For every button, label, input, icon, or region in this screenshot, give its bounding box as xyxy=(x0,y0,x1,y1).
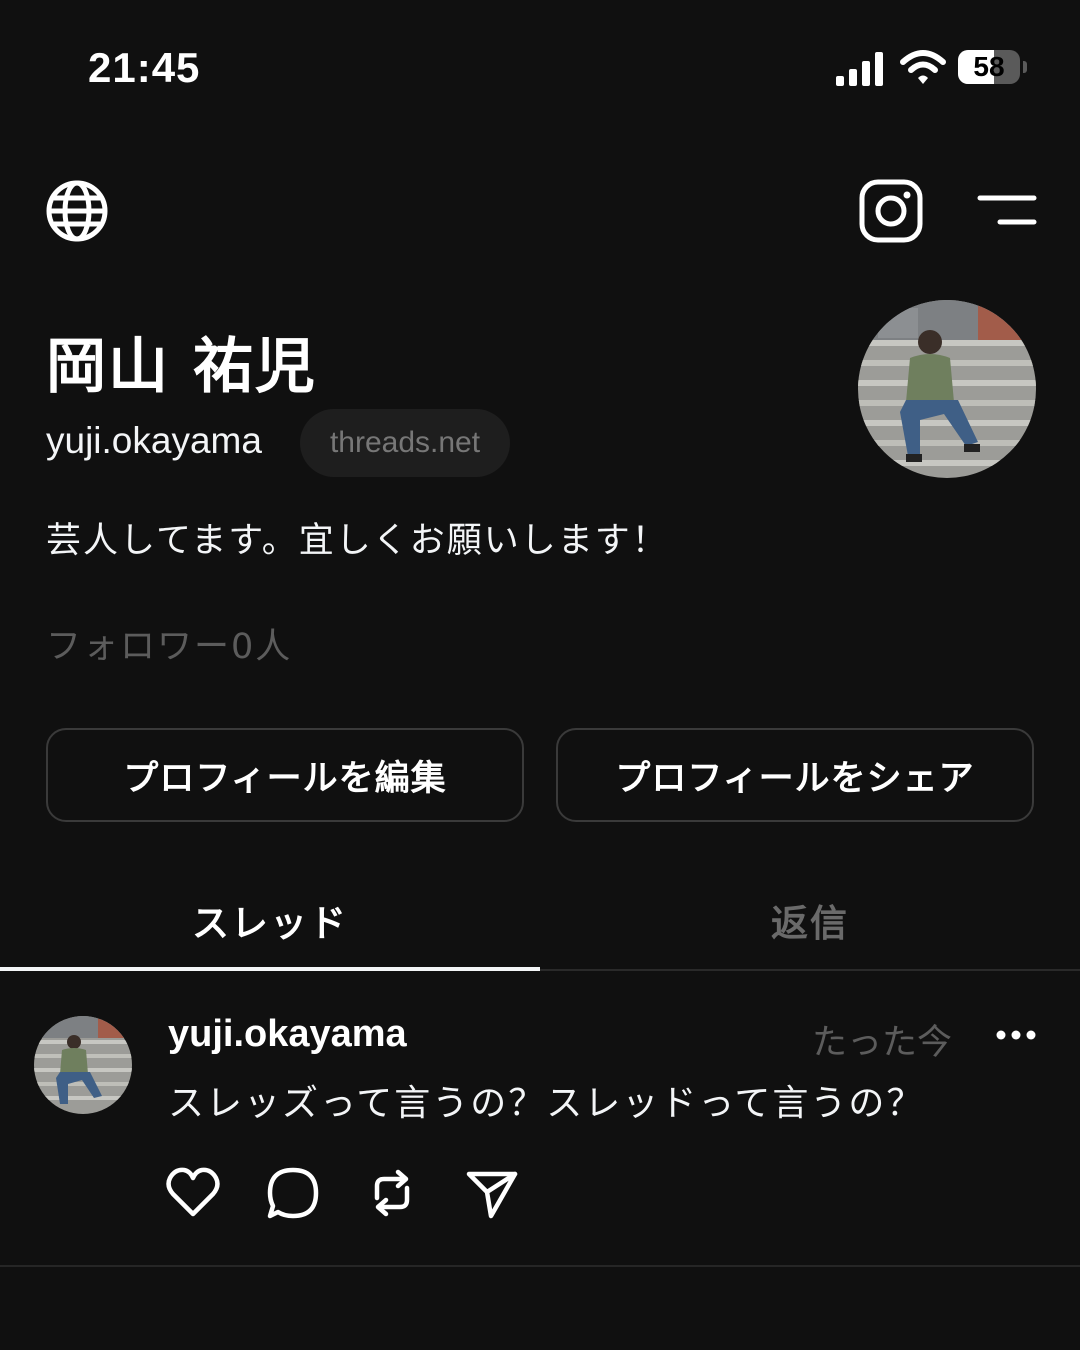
battery-icon: 58 xyxy=(958,50,1028,86)
signal-icon xyxy=(836,52,886,86)
tab-threads[interactable]: スレッド xyxy=(0,870,540,970)
profile-bio: 芸人してます。宜しくお願いします！ xyxy=(46,521,669,561)
repost-icon[interactable] xyxy=(363,1164,421,1222)
heart-icon[interactable] xyxy=(164,1164,222,1222)
battery-percent: 58 xyxy=(973,51,1005,82)
post-avatar[interactable] xyxy=(34,1016,132,1114)
active-tab-indicator xyxy=(0,967,540,971)
menu-icon[interactable] xyxy=(976,190,1038,230)
profile-username: yuji.okayama xyxy=(46,420,262,461)
post-username[interactable]: yuji.okayama xyxy=(168,1013,407,1056)
share-profile-button[interactable]: プロフィールをシェア xyxy=(556,728,1034,822)
edit-profile-button[interactable]: プロフィールを編集 xyxy=(46,728,524,822)
followers-count[interactable]: フォロワー0人 xyxy=(46,618,292,669)
instagram-icon[interactable] xyxy=(858,178,924,244)
wifi-icon xyxy=(900,50,946,86)
tab-replies[interactable]: 返信 xyxy=(540,870,1080,970)
globe-icon[interactable] xyxy=(44,178,110,244)
profile-display-name: 岡山 祐児 xyxy=(46,332,317,402)
domain-badge[interactable]: threads.net xyxy=(300,409,510,477)
post-timestamp: たった今 xyxy=(812,1023,953,1063)
profile-avatar[interactable] xyxy=(858,300,1036,478)
comment-icon[interactable] xyxy=(264,1164,322,1222)
send-icon[interactable] xyxy=(463,1164,521,1222)
more-options-icon[interactable] xyxy=(994,1022,1038,1048)
post-divider xyxy=(0,1265,1080,1267)
status-time: 21:45 xyxy=(88,44,201,91)
post-text: スレッズって言うの？スレッドって言うの？ xyxy=(168,1083,925,1124)
